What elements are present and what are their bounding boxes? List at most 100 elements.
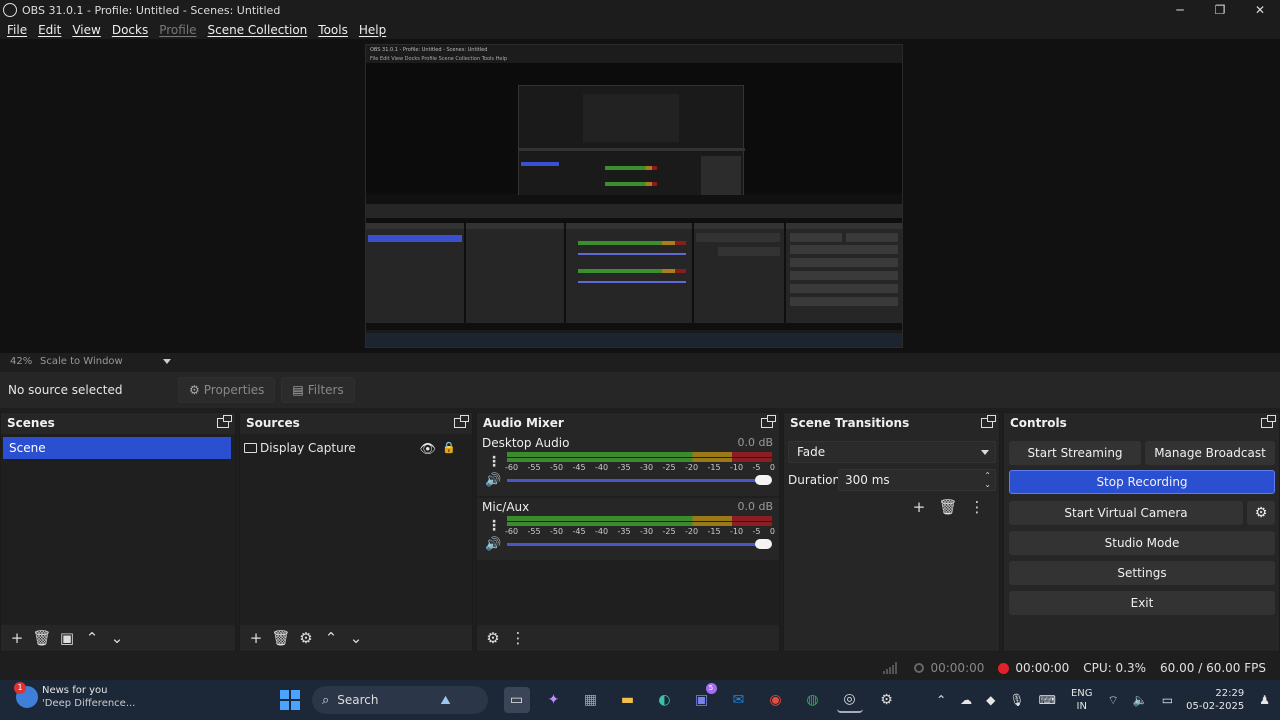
cpu-usage: CPU: 0.3% xyxy=(1083,661,1147,675)
trash-icon[interactable]: 🗑 xyxy=(270,628,292,648)
gear-icon[interactable]: ⚙ xyxy=(482,628,504,648)
dropbox-icon[interactable]: ◆ xyxy=(986,693,995,707)
news-widget[interactable]: 1 News for you 'Deep Difference... xyxy=(14,682,135,710)
settings-gear-icon[interactable]: ⚙ xyxy=(874,687,900,713)
sources-list[interactable]: Display Capture 👁 🔒 xyxy=(240,434,472,625)
source-list-item[interactable]: Display Capture 👁 🔒 xyxy=(244,437,466,459)
undock-icon[interactable] xyxy=(981,415,996,428)
undock-icon[interactable] xyxy=(1261,415,1276,428)
volume-slider-handle[interactable] xyxy=(755,539,772,549)
stream-status: 00:00:00 xyxy=(914,661,984,675)
audio-mixer-title: Audio Mixer xyxy=(483,416,564,430)
speaker-icon[interactable]: 🔊 xyxy=(485,473,501,488)
move-up-icon[interactable]: ⌃ xyxy=(320,628,342,648)
undock-icon[interactable] xyxy=(217,415,232,428)
scenes-dock: Scenes Scene + 🗑 ▣ ⌃ ⌄ xyxy=(0,412,236,652)
menu-scene-collection[interactable]: Scene Collection xyxy=(208,23,308,37)
scene-list-item[interactable]: Scene xyxy=(3,437,231,459)
kebab-menu-icon[interactable]: ⋮ xyxy=(487,454,501,470)
lock-icon[interactable]: 🔒 xyxy=(442,441,456,454)
menu-file[interactable]: File xyxy=(7,23,27,37)
windows-start-icon[interactable] xyxy=(280,690,300,710)
menu-edit[interactable]: Edit xyxy=(38,23,61,37)
file-explorer-icon[interactable]: ▬ xyxy=(615,687,641,713)
add-transition-icon[interactable]: + xyxy=(908,497,930,517)
move-down-icon[interactable]: ⌄ xyxy=(106,628,128,648)
scene-filters-icon[interactable]: ▣ xyxy=(56,628,78,648)
menu-docks[interactable]: Docks xyxy=(112,23,148,37)
undock-icon[interactable] xyxy=(454,415,469,428)
duration-input[interactable]: 300 ms ⌃ ⌄ xyxy=(838,469,996,491)
notification-bell-icon[interactable]: ♟ xyxy=(1259,693,1270,707)
menu-view[interactable]: View xyxy=(72,23,100,37)
kebab-menu-icon[interactable]: ⋮ xyxy=(507,628,529,648)
menu-tools[interactable]: Tools xyxy=(318,23,348,37)
start-streaming-button[interactable]: Start Streaming xyxy=(1009,441,1141,465)
obs-taskbar-icon[interactable]: ◎ xyxy=(836,687,863,713)
studio-mode-button[interactable]: Studio Mode xyxy=(1009,531,1275,555)
trash-icon[interactable]: 🗑 xyxy=(31,628,53,648)
eye-icon[interactable]: 👁 xyxy=(419,442,436,457)
language-indicator[interactable]: ENG IN xyxy=(1071,687,1093,713)
start-virtual-camera-button[interactable]: Start Virtual Camera xyxy=(1009,501,1243,525)
mixer-channel: Mic/Aux 0.0 dB ⋮ -60 -55 -50 -45 -40 -35 -30 -2… xyxy=(477,498,779,560)
volume-slider[interactable] xyxy=(507,543,759,546)
chevron-up-icon[interactable]: ⌃ xyxy=(936,693,946,707)
search-label: Search xyxy=(337,693,379,707)
task-view-icon[interactable]: ▭ xyxy=(503,687,530,713)
microphone-icon[interactable]: 🎙 xyxy=(1009,693,1024,707)
cloud-icon[interactable]: ☁ xyxy=(960,693,972,707)
nested-zoom-bar xyxy=(366,195,902,204)
add-source-icon[interactable]: + xyxy=(245,628,267,648)
gear-icon[interactable]: ⚙ xyxy=(295,628,317,648)
properties-label: Properties xyxy=(203,383,265,397)
minimize-button[interactable]: ─ xyxy=(1160,0,1200,20)
menu-help[interactable]: Help xyxy=(359,23,386,37)
kebab-menu-icon[interactable]: ⋮ xyxy=(487,518,501,534)
wifi-icon[interactable]: ⌔ xyxy=(1108,693,1119,708)
exit-button[interactable]: Exit xyxy=(1009,591,1275,615)
copilot-icon[interactable]: ✦ xyxy=(541,687,567,713)
keyboard-icon[interactable]: ⌨ xyxy=(1039,693,1056,707)
move-down-icon[interactable]: ⌄ xyxy=(345,628,367,648)
stop-recording-button[interactable]: Stop Recording xyxy=(1009,470,1275,494)
duration-stepper[interactable]: ⌃ ⌄ xyxy=(984,471,991,489)
preview-canvas[interactable]: OBS 31.0.1 - Profile: Untitled - Scenes:… xyxy=(365,44,903,348)
move-up-icon[interactable]: ⌃ xyxy=(81,628,103,648)
add-scene-icon[interactable]: + xyxy=(6,628,28,648)
filters-button[interactable]: ▤ Filters xyxy=(281,377,355,403)
spotify-icon[interactable]: ◍ xyxy=(800,687,826,713)
undock-icon[interactable] xyxy=(761,415,776,428)
scale-mode-select[interactable]: Scale to Window xyxy=(40,356,123,367)
zoom-level: 42% xyxy=(10,356,33,367)
virtual-camera-gear-icon[interactable]: ⚙ xyxy=(1247,501,1275,525)
battery-icon[interactable]: ▭ xyxy=(1162,693,1173,707)
store-icon[interactable]: ▦ xyxy=(578,687,604,713)
channel-db: 0.0 dB xyxy=(737,500,773,513)
volume-slider[interactable] xyxy=(507,479,759,482)
obs-logo-icon xyxy=(3,3,17,17)
maximize-button[interactable]: ❐ xyxy=(1200,0,1240,20)
manage-broadcast-button[interactable]: Manage Broadcast xyxy=(1145,441,1275,465)
speaker-icon[interactable]: 🔈 xyxy=(1133,693,1148,707)
outlook-icon[interactable]: ✉ xyxy=(726,687,752,713)
scenes-list[interactable]: Scene xyxy=(1,434,235,625)
menu-profile[interactable]: Profile xyxy=(159,23,196,37)
trash-icon[interactable]: 🗑 xyxy=(937,497,959,517)
settings-button[interactable]: Settings xyxy=(1009,561,1275,585)
chevron-down-icon[interactable] xyxy=(162,359,171,364)
transition-select[interactable]: Fade xyxy=(788,441,996,463)
chrome-icon[interactable]: ◉ xyxy=(763,687,789,713)
clock[interactable]: 22:29 05-02-2025 xyxy=(1186,687,1244,713)
properties-button[interactable]: ⚙ Properties xyxy=(178,377,276,403)
duration-label: Duration xyxy=(788,473,841,487)
speaker-icon[interactable]: 🔊 xyxy=(485,537,501,552)
close-button[interactable]: ✕ xyxy=(1240,0,1280,20)
kebab-menu-icon[interactable]: ⋮ xyxy=(966,497,988,517)
volume-meter xyxy=(507,452,772,462)
taskbar-search[interactable]: ⌕ Search ⛰ xyxy=(312,686,488,714)
teams-icon[interactable]: ▣ 5 xyxy=(689,683,717,713)
volume-slider-handle[interactable] xyxy=(755,475,772,485)
edge-icon[interactable]: ◐ xyxy=(652,687,678,713)
preview-area[interactable]: OBS 31.0.1 - Profile: Untitled - Scenes:… xyxy=(0,39,1280,353)
